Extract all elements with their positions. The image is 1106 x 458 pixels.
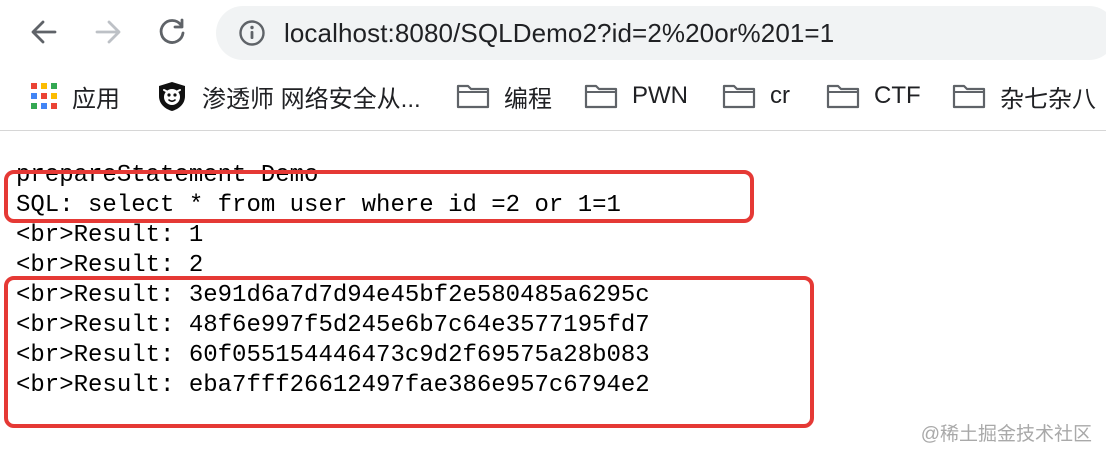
arrow-right-icon: [95, 20, 121, 44]
folder-icon: [952, 84, 986, 109]
bookmark-folder-pwn[interactable]: PWN: [584, 66, 688, 126]
folder-icon: [456, 84, 490, 109]
url-text[interactable]: localhost:8080/SQLDemo2?id=2%20or%201=1: [284, 6, 834, 60]
folder-icon: [826, 84, 860, 109]
bookmark-folder-ctf[interactable]: CTF: [826, 66, 921, 126]
watermark: @稀土掘金技术社区: [920, 424, 1092, 445]
bookmark-folder-cr[interactable]: cr: [722, 66, 790, 126]
arrow-left-icon: [31, 20, 57, 44]
result-line: <br>Result: 1: [16, 222, 204, 249]
sql-highlight-box: [4, 170, 754, 223]
bookmark-label: 应用: [72, 85, 120, 113]
reload-icon: [159, 18, 185, 44]
bookmark-label: CTF: [874, 82, 921, 109]
bookmarks-bar: 应用 渗透师 网络安全从... 编程 PWN cr CTF 杂七杂八: [0, 66, 1106, 131]
bookmark-label: 渗透师 网络安全从...: [202, 85, 421, 113]
shield-logo-icon: [159, 82, 185, 111]
reload-button[interactable]: [152, 12, 192, 52]
bookmark-label: cr: [770, 82, 790, 109]
forward-button[interactable]: [88, 12, 128, 52]
browser-toolbar: localhost:8080/SQLDemo2?id=2%20or%201=1: [0, 0, 1106, 66]
folder-icon: [584, 84, 618, 109]
apps-grid-icon: [31, 83, 57, 109]
results-highlight-box: [4, 276, 814, 428]
bookmark-label: 杂七杂八: [1000, 85, 1096, 113]
folder-icon: [722, 84, 756, 109]
page-content: prepareStatement Demo SQL: select * from…: [0, 131, 1106, 458]
bookmark-label: 编程: [504, 85, 552, 113]
bookmark-shentou[interactable]: 渗透师 网络安全从...: [156, 66, 421, 126]
bookmark-folder-misc[interactable]: 杂七杂八: [952, 66, 1096, 126]
bookmark-label: PWN: [632, 82, 688, 109]
bookmark-folder-programming[interactable]: 编程: [456, 66, 552, 126]
address-bar[interactable]: localhost:8080/SQLDemo2?id=2%20or%201=1: [216, 6, 1106, 60]
back-button[interactable]: [24, 12, 64, 52]
bookmark-apps[interactable]: 应用: [30, 66, 120, 126]
info-icon[interactable]: [238, 19, 266, 47]
